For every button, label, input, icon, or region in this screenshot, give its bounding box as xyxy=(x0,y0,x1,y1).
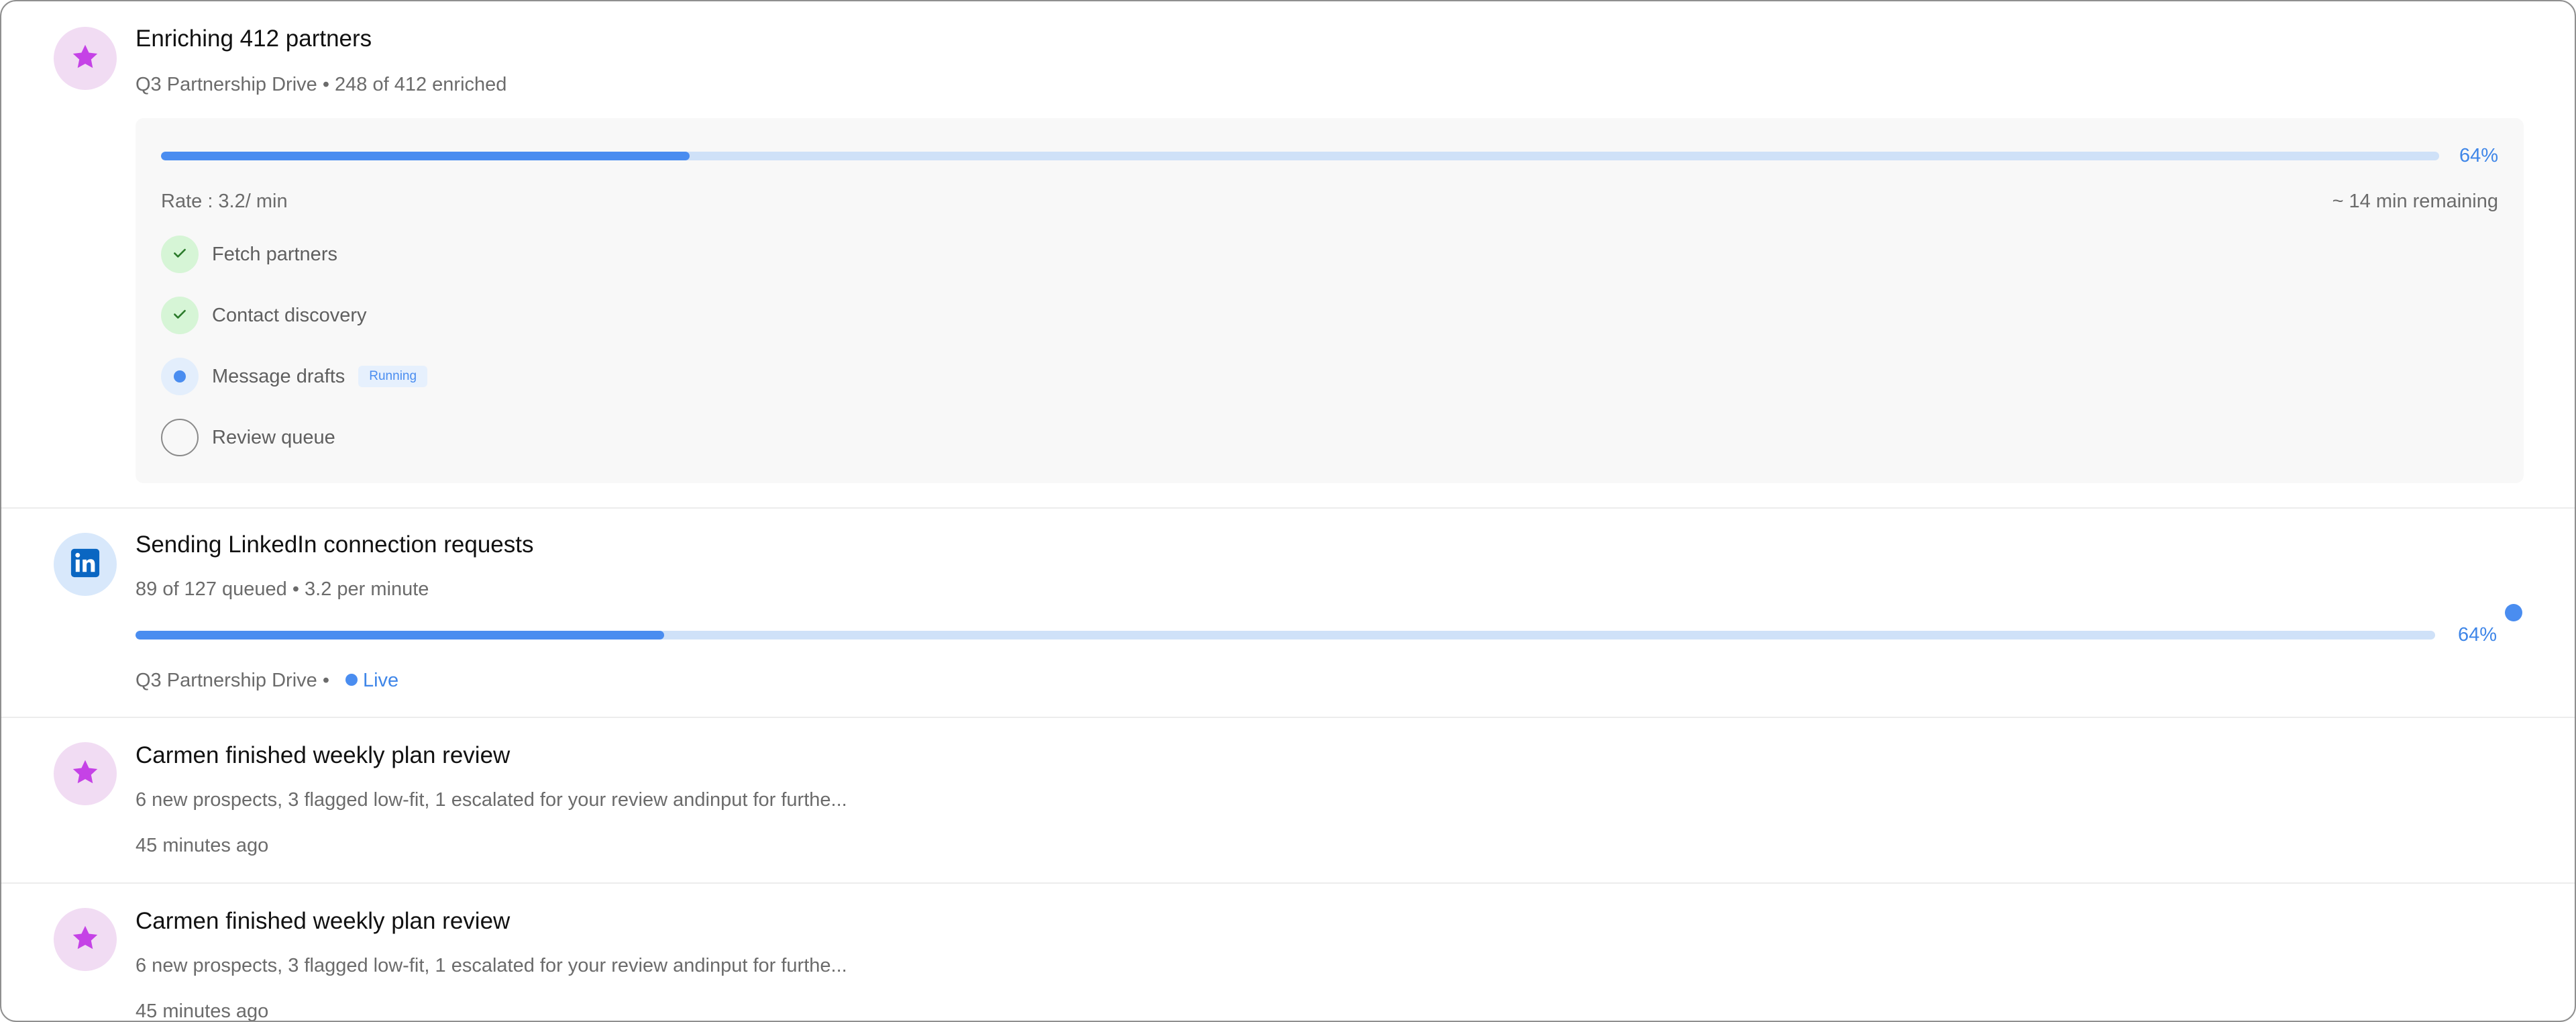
step-label: Message drafts xyxy=(212,365,345,387)
linkedin-campaign-row: Q3 Partnership Drive • Live xyxy=(136,670,398,692)
enrichment-progress-track xyxy=(161,152,2439,160)
enrichment-remaining: ~ 14 min remaining xyxy=(2332,191,2498,212)
step-fetch-partners: Fetch partners xyxy=(161,235,337,274)
check-icon xyxy=(171,305,189,326)
linkedin-icon xyxy=(70,548,101,582)
enrichment-details-panel: 64% Rate : 3.2/ min ~ 14 min remaining F… xyxy=(136,118,2524,483)
step-pending-indicator xyxy=(161,419,199,456)
enrichment-rate: Rate : 3.2/ min xyxy=(161,191,288,212)
live-dot-icon xyxy=(345,674,358,686)
enrichment-job-card[interactable]: Enriching 412 partners Q3 Partnership Dr… xyxy=(1,1,2575,507)
star-icon xyxy=(70,923,101,957)
review-time: 45 minutes ago xyxy=(136,1001,269,1022)
star-icon xyxy=(70,757,101,791)
review-card[interactable]: Carmen finished weekly plan review 6 new… xyxy=(1,718,2575,882)
review-avatar xyxy=(54,742,117,805)
enrichment-progress-fill xyxy=(161,152,690,160)
step-message-drafts: Message drafts Running xyxy=(161,357,428,396)
check-icon xyxy=(171,244,189,265)
step-running-indicator xyxy=(161,358,199,395)
enrichment-subtitle: Q3 Partnership Drive • 248 of 412 enrich… xyxy=(136,74,507,95)
enrichment-title: Enriching 412 partners xyxy=(136,25,372,52)
activity-feed-window: Enriching 412 partners Q3 Partnership Dr… xyxy=(0,0,2576,1022)
linkedin-progress-track xyxy=(136,631,2435,640)
enrichment-percent: 64% xyxy=(2459,145,2498,166)
linkedin-progress-fill xyxy=(136,631,665,640)
running-dot-icon xyxy=(174,370,186,382)
linkedin-avatar xyxy=(54,533,117,596)
linkedin-title: Sending LinkedIn connection requests xyxy=(136,531,534,558)
live-status-dot xyxy=(2505,604,2522,621)
step-done-indicator xyxy=(161,236,199,273)
step-review-queue: Review queue xyxy=(161,418,335,457)
step-label: Fetch partners xyxy=(212,243,337,265)
step-contact-discovery: Contact discovery xyxy=(161,296,367,335)
running-badge: Running xyxy=(358,366,428,387)
review-description: 6 new prospects, 3 flagged low-fit, 1 es… xyxy=(136,955,847,976)
step-label: Contact discovery xyxy=(212,304,367,326)
review-avatar xyxy=(54,908,117,971)
review-description: 6 new prospects, 3 flagged low-fit, 1 es… xyxy=(136,789,847,811)
linkedin-percent: 64% xyxy=(2457,624,2497,646)
step-done-indicator xyxy=(161,297,199,334)
enrichment-avatar xyxy=(54,27,117,90)
step-label: Review queue xyxy=(212,426,335,448)
review-card[interactable]: Carmen finished weekly plan review 6 new… xyxy=(1,884,2575,1022)
review-title: Carmen finished weekly plan review xyxy=(136,908,511,934)
review-title: Carmen finished weekly plan review xyxy=(136,742,511,768)
review-time: 45 minutes ago xyxy=(136,835,269,856)
live-label: Live xyxy=(362,670,399,691)
linkedin-campaign: Q3 Partnership Drive • xyxy=(136,670,329,691)
linkedin-subtitle: 89 of 127 queued • 3.2 per minute xyxy=(136,578,429,600)
linkedin-job-card[interactable]: Sending LinkedIn connection requests 89 … xyxy=(1,509,2575,717)
star-icon xyxy=(70,42,101,76)
